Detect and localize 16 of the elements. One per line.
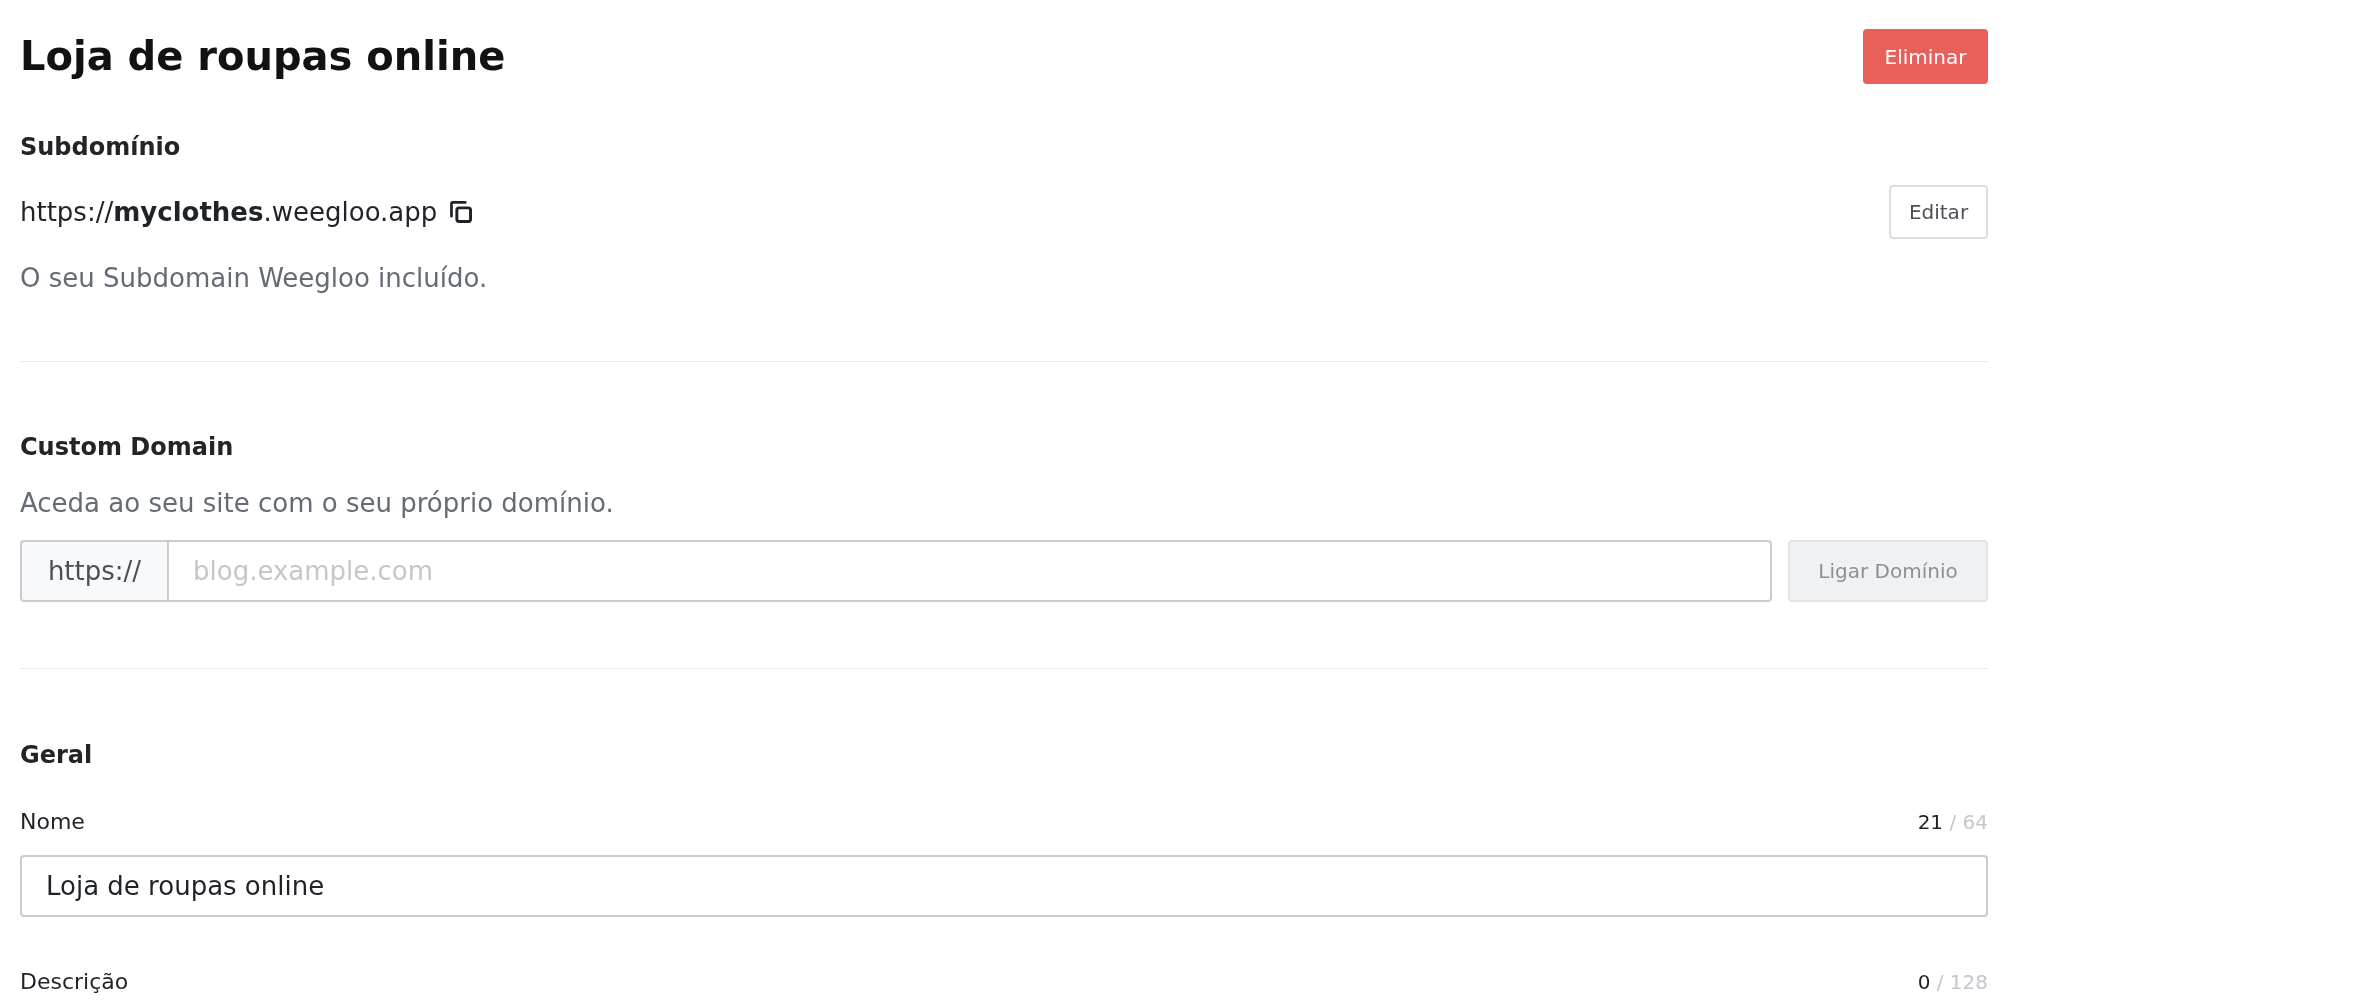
character-counter: 0 / 128	[1917, 969, 1988, 996]
hint-text: O seu Subdomain Weegloo incluído.	[20, 262, 489, 295]
field-label: Nome	[20, 808, 85, 836]
section-heading: Geral	[20, 740, 94, 771]
text-input[interactable]: Loja de roupas online	[20, 855, 1988, 917]
subdomain-url: https://myclothes.weegloo.app	[20, 196, 438, 229]
url-prefix: https://	[20, 540, 169, 602]
domain-input[interactable]: blog.example.com	[169, 540, 1772, 602]
copy-icon[interactable]	[450, 201, 473, 223]
edit-button[interactable]: Editar	[1889, 185, 1988, 239]
section-heading: Subdomínio	[20, 132, 182, 163]
hint-text: Aceda ao seu site com o seu próprio domínio.	[20, 487, 615, 520]
page-title: Loja de roupas online	[20, 32, 506, 81]
section-heading: Custom Domain	[20, 432, 235, 463]
field-label: Descrição	[20, 968, 129, 996]
character-counter: 21 / 64	[1917, 809, 1988, 836]
